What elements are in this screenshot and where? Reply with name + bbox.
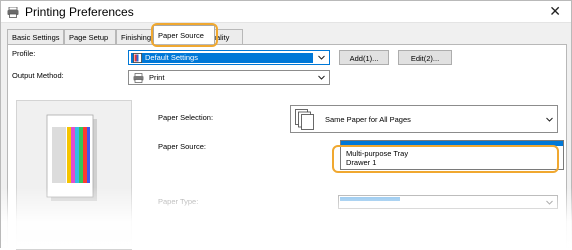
chevron-down-icon (318, 75, 325, 80)
paper-selection-dropdown[interactable]: Same Paper for All Pages (290, 105, 558, 133)
profile-icon (133, 53, 142, 63)
paper-source-panel: Profile: Default Settings Add(1)... Edit… (7, 44, 567, 250)
close-icon[interactable]: ✕ (549, 3, 561, 20)
output-method-value: Print (149, 73, 165, 82)
printing-preferences-window: Printing Preferences ✕ Basic Settings Pa… (0, 0, 572, 250)
tab-label: Finishing (121, 33, 152, 42)
page-preview (16, 100, 132, 250)
tab-label: Paper Source (158, 31, 204, 40)
output-method-dropdown[interactable]: Print (128, 70, 330, 85)
tab-paper-source[interactable]: Paper Source (153, 25, 215, 44)
add-button-label: Add(1)... (349, 54, 379, 63)
printer-icon (133, 73, 144, 83)
tab-finishing[interactable]: Finishing (116, 29, 154, 44)
chevron-down-icon (546, 200, 553, 205)
window-title: Printing Preferences (25, 5, 134, 19)
paper-selection-value: Same Paper for All Pages (325, 115, 411, 124)
edit-profile-button[interactable]: Edit(2)... (398, 50, 452, 65)
paper-type-dropdown[interactable] (338, 195, 558, 209)
paper-source-option[interactable]: Drawer 1 (346, 158, 376, 167)
profile-selected-value: Default Settings (131, 53, 313, 63)
paper-type-label: Paper Type: (158, 197, 199, 206)
title-bar: Printing Preferences ✕ (1, 1, 571, 23)
paper-source-option[interactable]: Multi-purpose Tray (346, 149, 408, 158)
list-selection-strip (341, 141, 563, 146)
document-preview-icon (46, 114, 97, 201)
chevron-down-icon (546, 117, 553, 122)
paper-selection-label: Paper Selection: (158, 113, 214, 122)
tab-basic-settings[interactable]: Basic Settings (7, 29, 64, 44)
add-profile-button[interactable]: Add(1)... (339, 50, 389, 65)
tab-page-setup[interactable]: Page Setup (64, 29, 116, 44)
profile-value-text: Default Settings (145, 53, 198, 62)
printer-app-icon (7, 7, 19, 18)
paper-source-list[interactable]: Multi-purpose Tray Drawer 1 (340, 140, 564, 170)
paper-type-selection (340, 197, 400, 201)
tab-label: Page Setup (69, 33, 109, 42)
tab-label: Basic Settings (12, 33, 60, 42)
chevron-down-icon (318, 55, 325, 60)
pages-stack-icon (295, 109, 314, 130)
profile-dropdown[interactable]: Default Settings (128, 50, 330, 65)
paper-source-label: Paper Source: (158, 142, 206, 151)
output-method-label: Output Method: (12, 71, 64, 80)
edit-button-label: Edit(2)... (410, 54, 440, 63)
profile-label: Profile: (12, 49, 36, 58)
